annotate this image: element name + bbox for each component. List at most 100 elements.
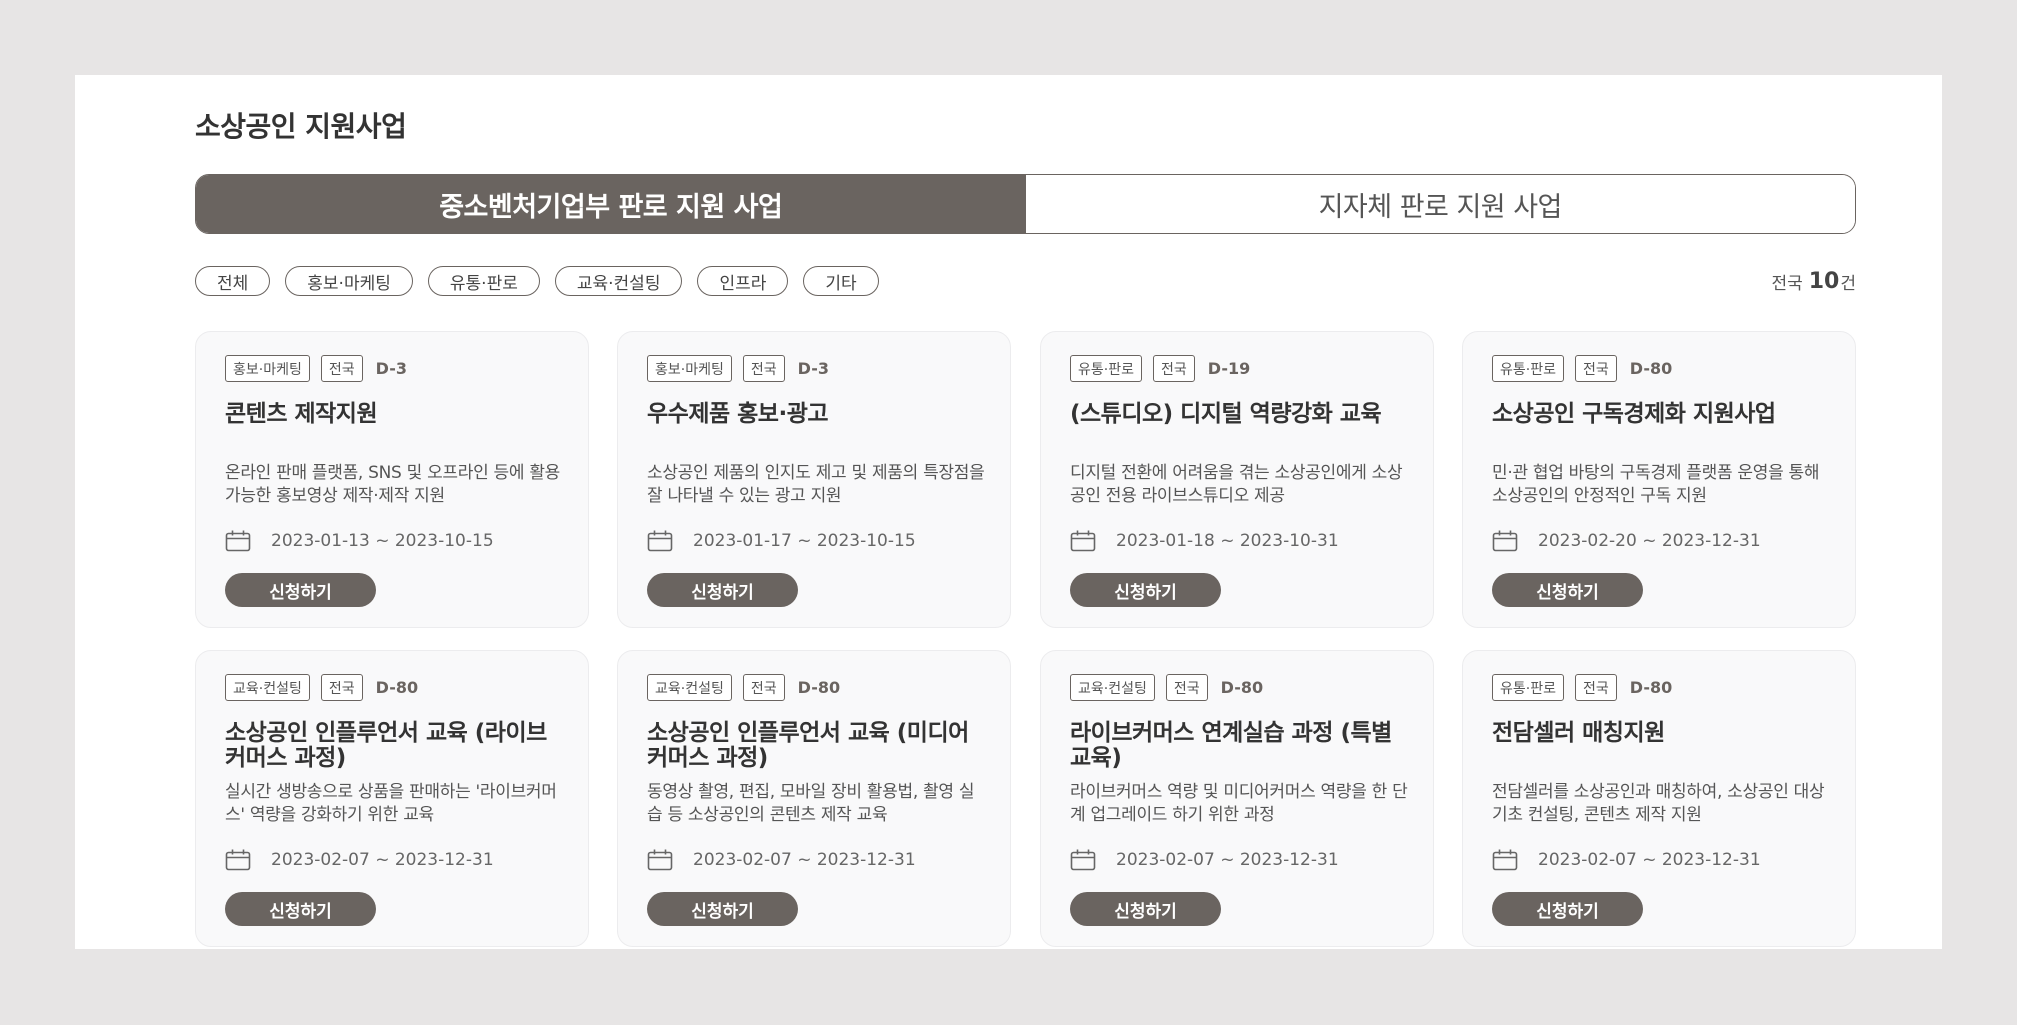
category-filters: 전체 홍보·마케팅 유통·판로 교육·컨설팅 인프라 기타 <box>195 266 879 296</box>
card-tags: 교육·컨설팅 전국 D-80 <box>1070 674 1263 701</box>
card-period: 2023-02-07 ~ 2023-12-31 <box>1492 849 1761 871</box>
calendar-icon <box>647 530 673 552</box>
dday-badge: D-80 <box>375 678 419 697</box>
card-title: 소상공인 구독경제화 지원사업 <box>1492 401 1776 427</box>
card-description: 실시간 생방송으로 상품을 판매하는 '라이브커머스' 역량을 강화하기 위한 … <box>225 782 557 825</box>
calendar-icon <box>647 849 673 871</box>
program-card[interactable]: 교육·컨설팅 전국 D-80 라이브커머스 연계실습 과정 (특별교육) 라이브… <box>1040 650 1434 947</box>
program-tabs: 중소벤처기업부 판로 지원 사업 지자체 판로 지원 사업 <box>195 174 1856 234</box>
region-tag: 전국 <box>742 674 785 701</box>
apply-button[interactable]: 신청하기 <box>225 573 376 607</box>
program-card[interactable]: 유통·판로 전국 D-80 전담셀러 매칭지원 전담셀러를 소상공인과 매칭하여… <box>1462 650 1856 947</box>
card-period-text: 2023-02-07 ~ 2023-12-31 <box>271 850 494 870</box>
program-card[interactable]: 홍보·마케팅 전국 D-3 우수제품 홍보·광고 소상공인 제품의 인지도 제고… <box>617 331 1011 628</box>
page-title: 소상공인 지원사업 <box>195 110 407 143</box>
region-tag: 전국 <box>320 355 363 382</box>
category-tag: 유통·판로 <box>1070 355 1142 382</box>
dday-badge: D-3 <box>375 359 407 378</box>
count-prefix: 전국 <box>1771 273 1803 294</box>
card-period-text: 2023-01-18 ~ 2023-10-31 <box>1116 531 1339 551</box>
main-panel: 소상공인 지원사업 중소벤처기업부 판로 지원 사업 지자체 판로 지원 사업 … <box>75 75 1942 949</box>
category-tag: 홍보·마케팅 <box>225 355 310 382</box>
card-period-text: 2023-02-07 ~ 2023-12-31 <box>1116 850 1339 870</box>
card-description: 전담셀러를 소상공인과 매칭하여, 소상공인 대상 기초 컨설팅, 콘텐츠 제작… <box>1492 782 1825 825</box>
calendar-icon <box>1070 530 1096 552</box>
dday-badge: D-80 <box>1629 359 1673 378</box>
tab-ministry-programs[interactable]: 중소벤처기업부 판로 지원 사업 <box>196 175 1026 233</box>
category-tag: 유통·판로 <box>1492 355 1564 382</box>
card-description: 온라인 판매 플랫폼, SNS 및 오프라인 등에 활용 가능한 홍보영상 제작… <box>225 463 561 506</box>
dday-badge: D-80 <box>1629 678 1673 697</box>
program-card[interactable]: 홍보·마케팅 전국 D-3 콘텐츠 제작지원 온라인 판매 플랫폼, SNS 및… <box>195 331 589 628</box>
result-count: 전국 10 건 <box>1771 266 1856 296</box>
category-tag: 교육·컨설팅 <box>647 674 732 701</box>
card-period: 2023-02-07 ~ 2023-12-31 <box>225 849 494 871</box>
card-title: 우수제품 홍보·광고 <box>647 401 829 427</box>
card-period-text: 2023-02-07 ~ 2023-12-31 <box>693 850 916 870</box>
region-tag: 전국 <box>1152 355 1195 382</box>
card-tags: 유통·판로 전국 D-80 <box>1492 674 1672 701</box>
category-tag: 교육·컨설팅 <box>1070 674 1155 701</box>
program-card[interactable]: 유통·판로 전국 D-80 소상공인 구독경제화 지원사업 민·관 협업 바탕의… <box>1462 331 1856 628</box>
filter-chip-marketing[interactable]: 홍보·마케팅 <box>285 266 413 296</box>
region-tag: 전국 <box>320 674 363 701</box>
calendar-icon <box>1070 849 1096 871</box>
dday-badge: D-19 <box>1207 359 1251 378</box>
program-card[interactable]: 교육·컨설팅 전국 D-80 소상공인 인플루언서 교육 (라이브커머스 과정)… <box>195 650 589 947</box>
card-period: 2023-01-13 ~ 2023-10-15 <box>225 530 494 552</box>
region-tag: 전국 <box>1165 674 1208 701</box>
calendar-icon <box>1492 849 1518 871</box>
card-period-text: 2023-01-13 ~ 2023-10-15 <box>271 531 494 551</box>
card-title: (스튜디오) 디지털 역량강화 교육 <box>1070 401 1382 427</box>
count-suffix: 건 <box>1840 273 1856 294</box>
count-number: 10 <box>1808 268 1840 294</box>
card-title: 소상공인 인플루언서 교육 (라이브커머스 과정) <box>225 720 547 771</box>
dday-badge: D-80 <box>1220 678 1264 697</box>
card-title: 라이브커머스 연계실습 과정 (특별교육) <box>1070 720 1392 771</box>
calendar-icon <box>1492 530 1518 552</box>
apply-button[interactable]: 신청하기 <box>647 892 798 926</box>
card-period: 2023-01-17 ~ 2023-10-15 <box>647 530 916 552</box>
apply-button[interactable]: 신청하기 <box>1492 892 1643 926</box>
card-tags: 교육·컨설팅 전국 D-80 <box>225 674 418 701</box>
filter-chip-education[interactable]: 교육·컨설팅 <box>554 266 683 296</box>
card-description: 동영상 촬영, 편집, 모바일 장비 활용법, 촬영 실습 등 소상공인의 콘텐… <box>647 782 975 825</box>
card-title: 전담셀러 매칭지원 <box>1492 720 1665 746</box>
card-title: 콘텐츠 제작지원 <box>225 401 378 427</box>
apply-button[interactable]: 신청하기 <box>225 892 376 926</box>
card-tags: 유통·판로 전국 D-80 <box>1492 355 1672 382</box>
card-tags: 교육·컨설팅 전국 D-80 <box>647 674 840 701</box>
region-tag: 전국 <box>1574 355 1617 382</box>
card-description: 디지털 전환에 어려움을 겪는 소상공인에게 소상공인 전용 라이브스튜디오 제… <box>1070 463 1403 506</box>
calendar-icon <box>225 849 251 871</box>
apply-button[interactable]: 신청하기 <box>647 573 798 607</box>
calendar-icon <box>225 530 251 552</box>
card-tags: 홍보·마케팅 전국 D-3 <box>647 355 829 382</box>
category-tag: 교육·컨설팅 <box>225 674 310 701</box>
card-period-text: 2023-02-07 ~ 2023-12-31 <box>1538 850 1761 870</box>
filter-chip-distribution[interactable]: 유통·판로 <box>427 266 540 296</box>
dday-badge: D-80 <box>797 678 841 697</box>
card-tags: 유통·판로 전국 D-19 <box>1070 355 1250 382</box>
apply-button[interactable]: 신청하기 <box>1492 573 1643 607</box>
region-tag: 전국 <box>742 355 785 382</box>
filter-chip-infra[interactable]: 인프라 <box>697 266 789 296</box>
apply-button[interactable]: 신청하기 <box>1070 892 1221 926</box>
card-period: 2023-02-07 ~ 2023-12-31 <box>647 849 916 871</box>
tab-local-government-programs[interactable]: 지자체 판로 지원 사업 <box>1025 175 1855 233</box>
card-description: 민·관 협업 바탕의 구독경제 플랫폼 운영을 통해 소상공인의 안정적인 구독… <box>1492 463 1820 506</box>
program-card[interactable]: 유통·판로 전국 D-19 (스튜디오) 디지털 역량강화 교육 디지털 전환에… <box>1040 331 1434 628</box>
apply-button[interactable]: 신청하기 <box>1070 573 1221 607</box>
region-tag: 전국 <box>1574 674 1617 701</box>
card-period-text: 2023-02-20 ~ 2023-12-31 <box>1538 531 1761 551</box>
card-title: 소상공인 인플루언서 교육 (미디어커머스 과정) <box>647 720 969 771</box>
card-period: 2023-02-07 ~ 2023-12-31 <box>1070 849 1339 871</box>
card-period-text: 2023-01-17 ~ 2023-10-15 <box>693 531 916 551</box>
filter-chip-other[interactable]: 기타 <box>803 266 879 296</box>
category-tag: 홍보·마케팅 <box>647 355 732 382</box>
program-card[interactable]: 교육·컨설팅 전국 D-80 소상공인 인플루언서 교육 (미디어커머스 과정)… <box>617 650 1011 947</box>
card-period: 2023-01-18 ~ 2023-10-31 <box>1070 530 1339 552</box>
card-description: 소상공인 제품의 인지도 제고 및 제품의 특장점을 잘 나타낼 수 있는 광고… <box>647 463 985 506</box>
filter-chip-all[interactable]: 전체 <box>195 266 271 296</box>
card-description: 라이브커머스 역량 및 미디어커머스 역량을 한 단계 업그레이드 하기 위한 … <box>1070 782 1408 825</box>
